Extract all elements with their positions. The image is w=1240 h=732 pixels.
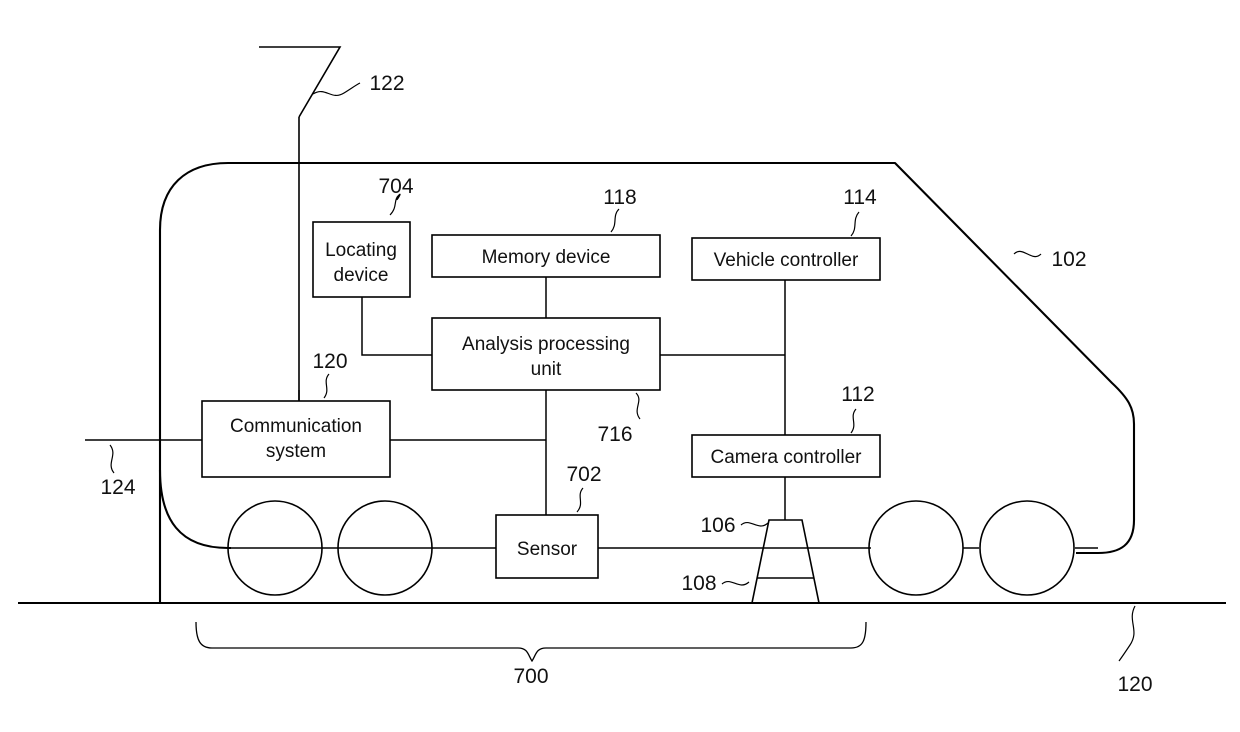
block-locating-device-label-line2: device	[334, 265, 389, 286]
block-communication-system[interactable]	[201, 400, 391, 478]
leader-field-of-view	[721, 580, 750, 586]
block-analysis-unit-label-line1: Analysis processing	[462, 334, 630, 355]
leader-communication-link	[109, 444, 115, 474]
block-memory-device-label: Memory device	[482, 247, 611, 268]
block-analysis-unit-label-line2: unit	[531, 359, 562, 380]
block-vehicle-controller-label: Vehicle controller	[714, 250, 859, 271]
ref-label-sensor: 702	[566, 463, 601, 486]
block-sensor-label: Sensor	[517, 539, 578, 560]
vehicle-system-diagram: Locating device Memory device Vehicle co…	[18, 46, 1226, 696]
wheel-third-right	[868, 500, 964, 596]
block-camera-controller-label: Camera controller	[711, 447, 863, 468]
leader-antenna	[312, 82, 361, 97]
ref-label-camera: 106	[700, 514, 735, 537]
ref-label-vehicle-body: 102	[1051, 248, 1086, 271]
ref-label-camera-controller: 112	[841, 383, 874, 406]
diagram-canvas: Locating device Memory device Vehicle co…	[0, 0, 1240, 732]
ref-label-locating-device: 704	[378, 175, 413, 198]
leader-vehicle-body	[1013, 250, 1042, 258]
leader-ground-line	[1118, 605, 1136, 662]
antenna-triangle-icon	[259, 46, 342, 118]
connector-locating-to-analysis	[361, 297, 432, 356]
leader-analysis-unit	[635, 392, 641, 420]
leader-sensor	[576, 487, 584, 513]
assembly-brace	[195, 621, 867, 663]
camera-trapezoid-icon	[751, 519, 820, 604]
leader-memory-device	[610, 208, 620, 233]
block-locating-device-label-line1: Locating	[325, 240, 397, 261]
block-communication-system-label-line2: system	[266, 441, 326, 462]
ref-label-field-of-view: 108	[681, 572, 716, 595]
ref-label-analysis-unit: 716	[597, 423, 632, 446]
ref-label-assembly-brace: 700	[513, 665, 548, 688]
leader-communication-system	[323, 373, 330, 399]
ref-label-communication-system: 120	[312, 350, 347, 373]
leader-camera-controller	[850, 408, 857, 434]
leader-camera	[740, 521, 769, 527]
vehicle-body-lower-left-curve	[158, 469, 231, 550]
ref-label-communication-link: 124	[100, 476, 135, 499]
vehicle-body-outline	[158, 161, 1136, 603]
ref-label-memory-device: 118	[603, 186, 636, 209]
block-communication-system-label-line1: Communication	[230, 416, 362, 437]
leader-vehicle-controller	[850, 211, 860, 237]
ref-label-antenna: 122	[369, 72, 404, 95]
ref-label-vehicle-controller: 114	[843, 186, 877, 209]
wheel-rear-right	[979, 500, 1075, 596]
ref-label-ground-line: 120	[1117, 673, 1152, 696]
